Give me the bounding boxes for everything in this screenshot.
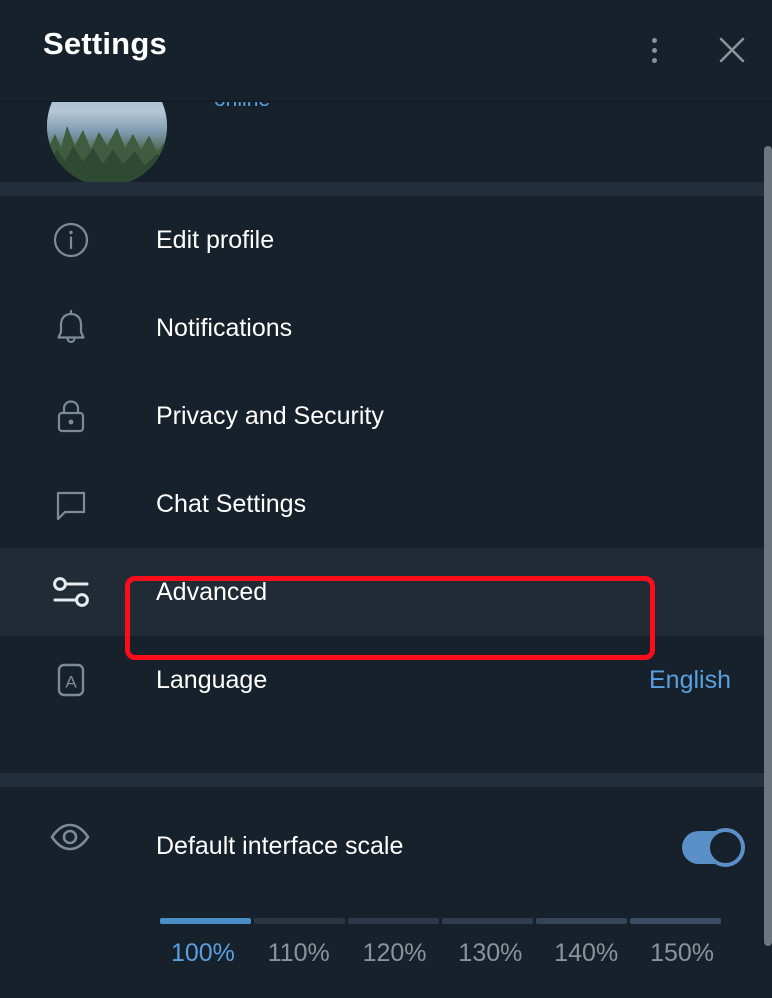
- menu-item-label: Edit profile: [156, 225, 275, 254]
- sliders-icon: [47, 568, 95, 616]
- menu-item-label: Notifications: [156, 313, 293, 342]
- scale-label-130[interactable]: 130%: [442, 939, 538, 968]
- scale-label-100[interactable]: 100%: [155, 939, 251, 968]
- letter-a-box-icon: A: [47, 656, 95, 704]
- scale-label-140[interactable]: 140%: [538, 939, 634, 968]
- menu-item-language[interactable]: A Language English: [0, 636, 772, 724]
- interface-scale-header: Default interface scale: [0, 787, 772, 907]
- scrollbar-thumb[interactable]: [764, 146, 772, 946]
- interface-scale-labels: 100% 110% 120% 130% 140% 150%: [155, 939, 730, 968]
- settings-header: Settings: [0, 0, 772, 101]
- menu-item-label: Chat Settings: [156, 489, 307, 518]
- page-title: Settings: [43, 26, 167, 61]
- close-icon: [719, 37, 745, 63]
- info-circle-icon: [47, 216, 95, 264]
- menu-item-advanced[interactable]: Advanced: [0, 548, 772, 636]
- toggle-knob: [706, 828, 745, 867]
- interface-scale-slider[interactable]: [160, 918, 721, 924]
- scale-segment-150[interactable]: [630, 918, 721, 924]
- menu-item-chat-settings[interactable]: Chat Settings: [0, 460, 772, 548]
- language-value[interactable]: English: [649, 666, 731, 695]
- menu-item-label: Language: [156, 665, 268, 694]
- bell-icon: [47, 304, 95, 352]
- lock-icon: [47, 392, 95, 440]
- menu-item-edit-profile[interactable]: Edit profile: [0, 196, 772, 284]
- section-divider-bottom: [0, 773, 772, 787]
- profile-status: online: [214, 102, 270, 112]
- eye-icon: [46, 813, 94, 861]
- scale-segment-110[interactable]: [254, 918, 345, 924]
- chat-bubble-icon: [47, 480, 95, 528]
- svg-text:A: A: [65, 673, 77, 692]
- interface-scale-section: Default interface scale 100% 110% 120% 1…: [0, 787, 772, 967]
- scale-label-150[interactable]: 150%: [634, 939, 730, 968]
- scale-label-110[interactable]: 110%: [251, 939, 347, 968]
- close-button[interactable]: [708, 26, 756, 74]
- settings-panel: Settings online: [0, 0, 772, 998]
- scale-segment-130[interactable]: [442, 918, 533, 924]
- avatar[interactable]: [47, 102, 167, 182]
- avatar-foliage: [47, 125, 167, 182]
- default-interface-scale-toggle[interactable]: [682, 828, 745, 867]
- menu-item-label: Advanced: [156, 577, 268, 606]
- menu-item-label: Privacy and Security: [156, 401, 384, 430]
- scale-label-120[interactable]: 120%: [347, 939, 443, 968]
- interface-scale-label: Default interface scale: [156, 832, 404, 860]
- scale-segment-120[interactable]: [348, 918, 439, 924]
- section-divider-top: [0, 182, 772, 196]
- settings-menu-list: Edit profile Notifications Privacy and S…: [0, 196, 772, 724]
- header-actions: [630, 26, 756, 74]
- profile-summary[interactable]: online: [0, 101, 772, 182]
- scrollbar-track[interactable]: [764, 101, 772, 998]
- menu-item-privacy-and-security[interactable]: Privacy and Security: [0, 372, 772, 460]
- more-options-button[interactable]: [630, 26, 678, 74]
- scale-segment-140[interactable]: [536, 918, 627, 924]
- scale-segment-100[interactable]: [160, 918, 251, 924]
- three-dots-vertical-icon: [651, 37, 657, 63]
- menu-item-notifications[interactable]: Notifications: [0, 284, 772, 372]
